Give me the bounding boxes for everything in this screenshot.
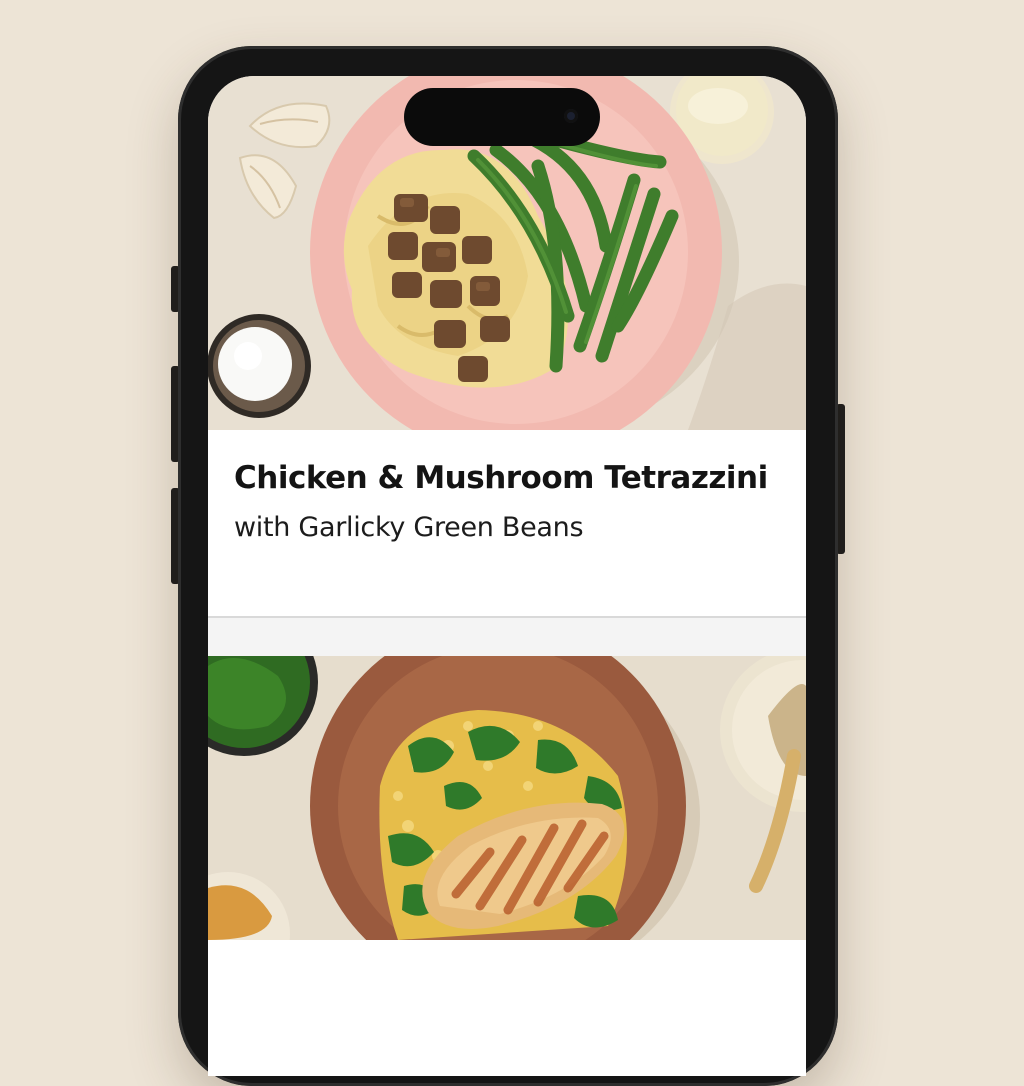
recipe-card-1[interactable]: Chicken & Mushroom Tetrazzini with Garli… [208,430,806,616]
phone-screen: Chicken & Mushroom Tetrazzini with Garli… [208,76,806,1076]
recipe-subtitle: with Garlicky Green Beans [234,512,584,543]
grilled-chicken-photo [208,656,806,940]
card-gap [208,618,806,656]
recipe-title: Chicken & Mushroom Tetrazzini [234,460,768,496]
recipe-photo-2[interactable] [208,656,806,940]
dynamic-island [404,88,600,146]
recipe-card-2[interactable] [208,940,806,1076]
front-camera-icon [564,109,578,123]
